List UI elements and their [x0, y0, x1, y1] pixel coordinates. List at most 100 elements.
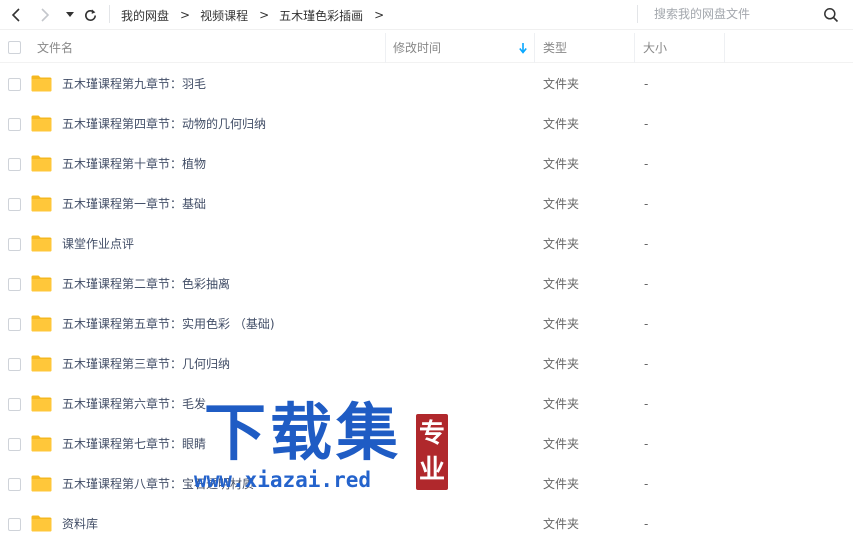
file-row[interactable]: 五木瑾课程第二章节：色彩抽离 文件夹 -: [0, 264, 853, 304]
folder-icon: [31, 75, 52, 92]
file-list-header: 文件名 修改时间 类型 大小: [0, 33, 853, 63]
file-row[interactable]: 五木瑾课程第九章节：羽毛 文件夹 -: [0, 64, 853, 104]
file-type: 文件夹: [543, 277, 580, 291]
row-checkbox[interactable]: [8, 478, 21, 491]
file-size: -: [644, 77, 649, 91]
file-type: 文件夹: [543, 197, 580, 211]
refresh-icon[interactable]: [81, 6, 99, 24]
file-type: 文件夹: [543, 397, 580, 411]
folder-icon: [31, 515, 52, 532]
file-row[interactable]: 五木瑾课程第四章节：动物的几何归纳 文件夹 -: [0, 104, 853, 144]
breadcrumb-item[interactable]: 我的网盘: [121, 7, 169, 24]
arrow-down-icon[interactable]: [519, 42, 527, 54]
file-name[interactable]: 五木瑾课程第八章节：宝石透明材质: [62, 464, 254, 504]
file-row[interactable]: 五木瑾课程第一章节：基础 文件夹 -: [0, 184, 853, 224]
file-size: -: [644, 237, 649, 251]
file-name[interactable]: 五木瑾课程第二章节：色彩抽离: [62, 264, 230, 304]
folder-icon: [31, 435, 52, 452]
column-divider[interactable]: [385, 33, 386, 63]
file-list: 五木瑾课程第九章节：羽毛 文件夹 - 五木瑾课程第四章节：动物的几何归纳 文件夹 - 五木瑾…: [0, 64, 853, 544]
search-input[interactable]: [648, 5, 828, 23]
file-type: 文件夹: [543, 477, 580, 491]
file-row[interactable]: 五木瑾课程第六章节：毛发 文件夹 -: [0, 384, 853, 424]
folder-icon: [31, 155, 52, 172]
file-type: 文件夹: [543, 517, 580, 531]
file-type: 文件夹: [543, 357, 580, 371]
breadcrumb-item[interactable]: 视频课程: [200, 7, 248, 24]
file-type: 文件夹: [543, 77, 580, 91]
column-divider[interactable]: [724, 33, 725, 63]
file-size: -: [644, 397, 649, 411]
file-name[interactable]: 课堂作业点评: [62, 224, 134, 264]
row-checkbox[interactable]: [8, 278, 21, 291]
select-all-checkbox[interactable]: [8, 41, 21, 54]
folder-icon: [31, 195, 52, 212]
file-name[interactable]: 五木瑾课程第五章节：实用色彩 （基础): [62, 304, 275, 344]
column-divider[interactable]: [634, 33, 635, 63]
chevron-right-icon[interactable]: [36, 6, 54, 24]
file-row[interactable]: 五木瑾课程第十章节：植物 文件夹 -: [0, 144, 853, 184]
file-size: -: [644, 437, 649, 451]
file-type: 文件夹: [543, 317, 580, 331]
file-name[interactable]: 五木瑾课程第七章节：眼睛: [62, 424, 206, 464]
row-checkbox[interactable]: [8, 158, 21, 171]
breadcrumb: 我的网盘 > 视频课程 > 五木瑾色彩插画 >: [121, 0, 394, 30]
file-name[interactable]: 资料库: [62, 504, 98, 544]
file-size: -: [644, 477, 649, 491]
file-row[interactable]: 课堂作业点评 文件夹 -: [0, 224, 853, 264]
row-checkbox[interactable]: [8, 238, 21, 251]
file-row[interactable]: 五木瑾课程第八章节：宝石透明材质 文件夹 -: [0, 464, 853, 504]
file-type: 文件夹: [543, 437, 580, 451]
file-row[interactable]: 五木瑾课程第五章节：实用色彩 （基础) 文件夹 -: [0, 304, 853, 344]
search-divider: [637, 5, 638, 23]
search-icon[interactable]: [823, 7, 839, 23]
toolbar: 我的网盘 > 视频课程 > 五木瑾色彩插画 >: [0, 0, 853, 30]
column-header-type[interactable]: 类型: [543, 33, 567, 63]
file-name[interactable]: 五木瑾课程第十章节：植物: [62, 144, 206, 184]
file-size: -: [644, 517, 649, 531]
row-checkbox[interactable]: [8, 398, 21, 411]
breadcrumb-separator: >: [180, 8, 191, 22]
file-size: -: [644, 117, 649, 131]
caret-down-icon[interactable]: [61, 6, 79, 24]
file-name[interactable]: 五木瑾课程第九章节：羽毛: [62, 64, 206, 104]
file-row[interactable]: 五木瑾课程第三章节：几何归纳 文件夹 -: [0, 344, 853, 384]
file-size: -: [644, 277, 649, 291]
column-header-name[interactable]: 文件名: [37, 33, 73, 63]
folder-icon: [31, 315, 52, 332]
file-row[interactable]: 资料库 文件夹 -: [0, 504, 853, 544]
folder-icon: [31, 115, 52, 132]
file-type: 文件夹: [543, 117, 580, 131]
column-header-size[interactable]: 大小: [643, 33, 667, 63]
row-checkbox[interactable]: [8, 358, 21, 371]
column-divider[interactable]: [534, 33, 535, 63]
file-size: -: [644, 197, 649, 211]
file-size: -: [644, 317, 649, 331]
file-name[interactable]: 五木瑾课程第六章节：毛发: [62, 384, 206, 424]
file-row[interactable]: 五木瑾课程第七章节：眼睛 文件夹 -: [0, 424, 853, 464]
row-checkbox[interactable]: [8, 198, 21, 211]
column-header-modified[interactable]: 修改时间: [393, 33, 441, 63]
folder-icon: [31, 275, 52, 292]
row-checkbox[interactable]: [8, 318, 21, 331]
folder-icon: [31, 395, 52, 412]
file-size: -: [644, 157, 649, 171]
row-checkbox[interactable]: [8, 118, 21, 131]
toolbar-divider: [109, 5, 110, 23]
file-name[interactable]: 五木瑾课程第一章节：基础: [62, 184, 206, 224]
breadcrumb-separator: >: [374, 8, 385, 22]
row-checkbox[interactable]: [8, 438, 21, 451]
file-name[interactable]: 五木瑾课程第四章节：动物的几何归纳: [62, 104, 266, 144]
file-name[interactable]: 五木瑾课程第三章节：几何归纳: [62, 344, 230, 384]
folder-icon: [31, 355, 52, 372]
file-type: 文件夹: [543, 157, 580, 171]
breadcrumb-item-current[interactable]: 五木瑾色彩插画: [279, 7, 363, 24]
row-checkbox[interactable]: [8, 78, 21, 91]
file-size: -: [644, 357, 649, 371]
folder-icon: [31, 475, 52, 492]
row-checkbox[interactable]: [8, 518, 21, 531]
folder-icon: [31, 235, 52, 252]
file-type: 文件夹: [543, 237, 580, 251]
chevron-left-icon[interactable]: [7, 6, 25, 24]
breadcrumb-separator: >: [259, 8, 270, 22]
